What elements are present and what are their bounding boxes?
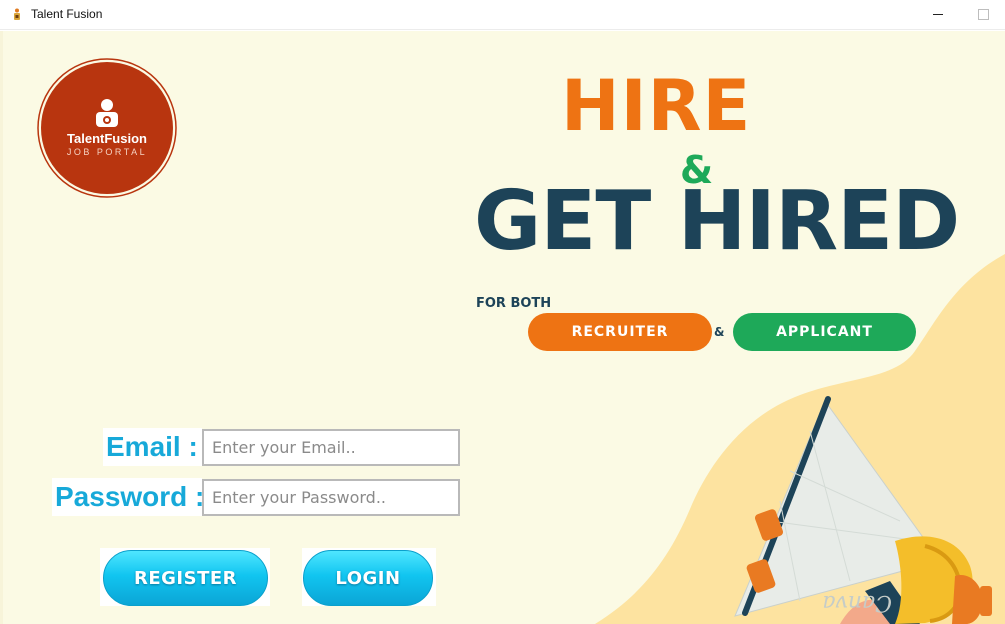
headline-get-hired: GET HIRED xyxy=(474,174,960,269)
window-titlebar: Talent Fusion xyxy=(0,0,1005,30)
logo-subtitle: JOB PORTAL xyxy=(66,147,148,157)
minimize-button[interactable] xyxy=(914,0,960,30)
window-title: Talent Fusion xyxy=(31,7,103,21)
applicant-pill: APPLICANT xyxy=(733,313,916,351)
logo: TalentFusion JOB PORTAL xyxy=(37,58,177,198)
megaphone-icon: Canva xyxy=(734,396,992,624)
password-field[interactable] xyxy=(202,479,460,516)
svg-text:Canva: Canva xyxy=(822,590,892,615)
for-both-text: FOR BOTH xyxy=(476,296,552,311)
person-badge-icon xyxy=(96,99,118,127)
main-canvas: TalentFusion JOB PORTAL HIRE & GET HIRED… xyxy=(0,31,1005,624)
logo-badge xyxy=(37,58,177,198)
recruiter-pill: RECRUITER xyxy=(528,313,712,351)
email-field[interactable] xyxy=(202,429,460,466)
email-label: Email : xyxy=(103,428,202,466)
login-button[interactable]: LOGIN xyxy=(303,550,433,606)
register-button[interactable]: REGISTER xyxy=(103,550,268,606)
maximize-button[interactable] xyxy=(960,0,1005,30)
headline-hire: HIRE xyxy=(561,65,752,147)
password-label: Password : xyxy=(52,478,204,516)
pill-ampersand: & xyxy=(714,325,725,339)
logo-title: TalentFusion xyxy=(67,131,147,146)
app-icon xyxy=(14,8,20,20)
